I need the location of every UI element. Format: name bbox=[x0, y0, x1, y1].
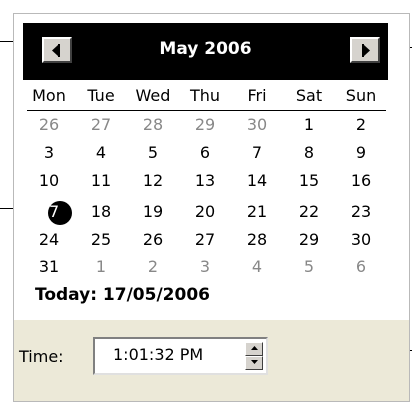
day-cell[interactable]: 2 bbox=[127, 256, 179, 278]
day-cell[interactable]: 11 bbox=[75, 170, 127, 192]
weekday-divider bbox=[27, 110, 386, 111]
day-cell[interactable]: 22 bbox=[283, 201, 335, 223]
day-cell[interactable]: 1 bbox=[75, 256, 127, 278]
weekday-label: Sat bbox=[295, 86, 323, 105]
day-cell[interactable]: 14 bbox=[231, 170, 283, 192]
day-cell[interactable]: 28 bbox=[127, 114, 179, 136]
day-cell[interactable]: 2 bbox=[335, 114, 387, 136]
time-label: Time: bbox=[19, 347, 64, 366]
day-cell-selected[interactable]: 17 bbox=[23, 201, 75, 223]
time-spin-down-button[interactable] bbox=[245, 356, 263, 370]
page: May 2006 Mon Tue Wed Thu Fri Sat Sun 26 … bbox=[0, 0, 412, 404]
day-cell[interactable]: 5 bbox=[127, 142, 179, 164]
spin-down-icon bbox=[251, 360, 258, 364]
day-cell[interactable]: 30 bbox=[231, 114, 283, 136]
day-cell[interactable]: 12 bbox=[127, 170, 179, 192]
time-value[interactable]: 1:01:32 PM bbox=[113, 345, 203, 364]
day-cell[interactable]: 27 bbox=[75, 114, 127, 136]
today-link[interactable]: Today: 17/05/2006 bbox=[35, 285, 210, 305]
day-cell[interactable]: 19 bbox=[127, 201, 179, 223]
day-cell[interactable]: 13 bbox=[179, 170, 231, 192]
day-cell[interactable]: 1 bbox=[283, 114, 335, 136]
day-cell[interactable]: 29 bbox=[179, 114, 231, 136]
day-cell[interactable]: 28 bbox=[231, 229, 283, 251]
spin-up-icon bbox=[251, 346, 258, 350]
time-spin-up-button[interactable] bbox=[245, 342, 263, 356]
day-cell[interactable]: 3 bbox=[23, 142, 75, 164]
day-cell[interactable]: 26 bbox=[127, 229, 179, 251]
day-cell[interactable]: 29 bbox=[283, 229, 335, 251]
day-cell[interactable]: 24 bbox=[23, 229, 75, 251]
weekday-header: Mon Tue Wed Thu Fri Sat Sun bbox=[23, 85, 388, 111]
day-cell[interactable]: 6 bbox=[335, 256, 387, 278]
month-header: May 2006 bbox=[23, 23, 388, 80]
day-cell[interactable]: 15 bbox=[283, 170, 335, 192]
weekday-label: Sun bbox=[345, 86, 377, 105]
day-cell[interactable]: 7 bbox=[231, 142, 283, 164]
day-cell[interactable]: 4 bbox=[231, 256, 283, 278]
day-cell[interactable]: 23 bbox=[335, 201, 387, 223]
day-cell[interactable]: 27 bbox=[179, 229, 231, 251]
weekday-label: Wed bbox=[135, 86, 171, 105]
time-input[interactable]: 1:01:32 PM bbox=[93, 337, 268, 375]
weekday-label: Mon bbox=[32, 86, 66, 105]
weekday-label: Thu bbox=[189, 86, 221, 105]
day-cell[interactable]: 16 bbox=[335, 170, 387, 192]
day-cell[interactable]: 20 bbox=[179, 201, 231, 223]
weekday-label: Tue bbox=[87, 86, 115, 105]
day-cell[interactable]: 5 bbox=[283, 256, 335, 278]
day-cell[interactable]: 31 bbox=[23, 256, 75, 278]
day-cell[interactable]: 26 bbox=[23, 114, 75, 136]
right-arrow-icon bbox=[362, 44, 370, 57]
day-cell[interactable]: 25 bbox=[75, 229, 127, 251]
day-cell[interactable]: 8 bbox=[283, 142, 335, 164]
day-cell[interactable]: 10 bbox=[23, 170, 75, 192]
next-month-button[interactable] bbox=[350, 37, 380, 63]
month-title[interactable]: May 2006 bbox=[23, 39, 388, 59]
day-grid: 26 27 28 29 30 1 2 3 4 5 6 7 8 9 10 11 1… bbox=[23, 114, 388, 284]
day-cell[interactable]: 21 bbox=[231, 201, 283, 223]
date-time-picker: May 2006 Mon Tue Wed Thu Fri Sat Sun 26 … bbox=[13, 13, 410, 402]
day-cell[interactable]: 6 bbox=[179, 142, 231, 164]
day-cell[interactable]: 18 bbox=[75, 201, 127, 223]
day-cell[interactable]: 30 bbox=[335, 229, 387, 251]
day-cell[interactable]: 3 bbox=[179, 256, 231, 278]
day-cell[interactable]: 4 bbox=[75, 142, 127, 164]
weekday-label: Fri bbox=[247, 86, 267, 105]
day-cell[interactable]: 9 bbox=[335, 142, 387, 164]
calendar-panel: May 2006 Mon Tue Wed Thu Fri Sat Sun 26 … bbox=[14, 14, 409, 320]
